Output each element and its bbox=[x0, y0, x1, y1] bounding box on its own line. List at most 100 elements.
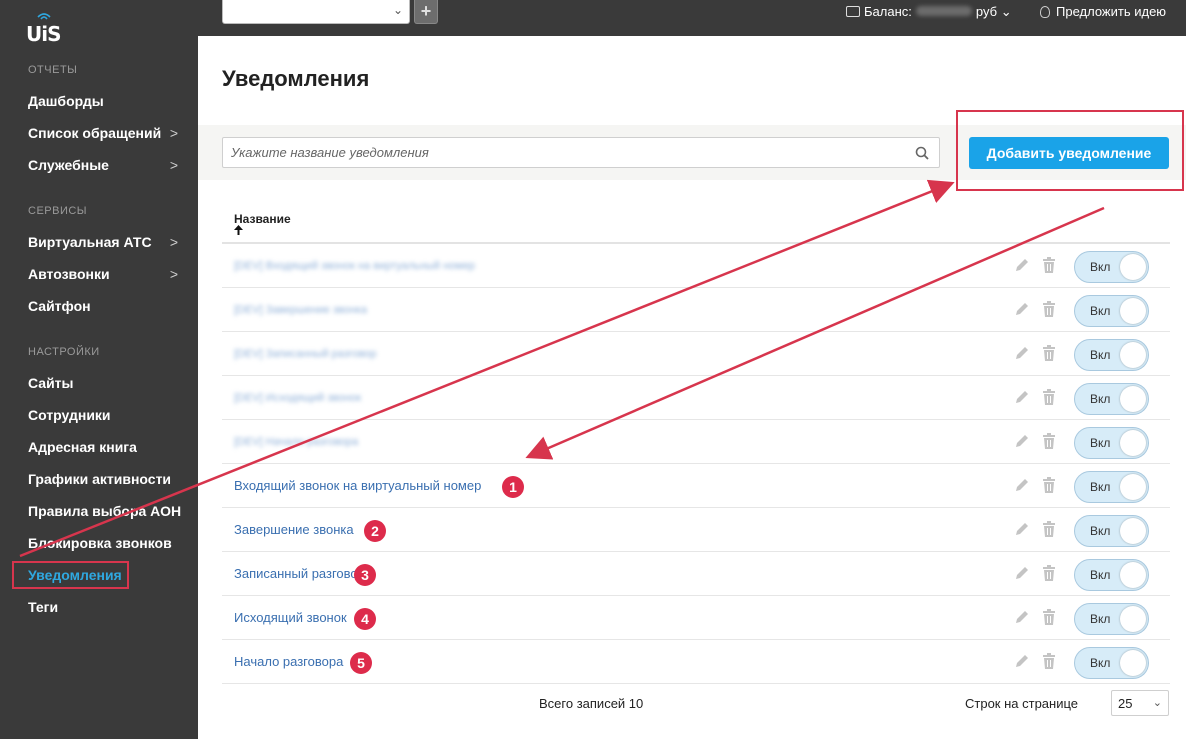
step-badge: 5 bbox=[350, 652, 372, 674]
toggle-label: Вкл bbox=[1090, 260, 1111, 274]
pencil-icon[interactable] bbox=[1014, 521, 1030, 537]
search-input[interactable] bbox=[222, 137, 940, 168]
trash-icon[interactable] bbox=[1042, 301, 1056, 317]
trash-icon[interactable] bbox=[1042, 389, 1056, 405]
trash-icon[interactable] bbox=[1042, 477, 1056, 493]
pencil-icon[interactable] bbox=[1014, 477, 1030, 493]
sidebar-item[interactable]: Дашборды bbox=[28, 90, 188, 112]
step-badge: 4 bbox=[354, 608, 376, 630]
sidebar-item-label: Служебные bbox=[28, 157, 109, 173]
enable-toggle[interactable]: Вкл bbox=[1074, 427, 1149, 459]
pencil-icon[interactable] bbox=[1014, 389, 1030, 405]
sidebar-item-label: Графики активности bbox=[28, 471, 172, 487]
toggle-label: Вкл bbox=[1090, 392, 1111, 406]
enable-toggle[interactable]: Вкл bbox=[1074, 515, 1149, 547]
balance[interactable]: Баланс: руб ⌄ bbox=[846, 4, 1012, 20]
pencil-icon[interactable] bbox=[1014, 565, 1030, 581]
sidebar-item[interactable]: Адресная книга bbox=[28, 436, 188, 458]
trash-icon[interactable] bbox=[1042, 609, 1056, 625]
search-icon[interactable] bbox=[915, 146, 929, 160]
sidebar-item[interactable]: Служебные > bbox=[28, 154, 188, 176]
step-badge: 2 bbox=[364, 520, 386, 542]
sidebar-item-label: Правила выбора АОН bbox=[28, 503, 182, 519]
balance-amount-hidden bbox=[915, 6, 972, 16]
suggest-idea-link[interactable]: Предложить идею bbox=[1040, 4, 1166, 19]
pencil-icon[interactable] bbox=[1014, 257, 1030, 273]
table-row: Входящий звонок на виртуальный номер 1 Вкл bbox=[222, 464, 1170, 508]
notification-name-link[interactable]: [DEV] Исходящий звонок bbox=[234, 392, 361, 404]
toggle-knob bbox=[1120, 650, 1146, 676]
sidebar-item[interactable]: Графики активности bbox=[28, 468, 188, 490]
sidebar-item[interactable]: Теги bbox=[28, 596, 188, 618]
table-row: [DEV] Завершение звонка Вкл bbox=[222, 288, 1170, 332]
pencil-icon[interactable] bbox=[1014, 345, 1030, 361]
toggle-label: Вкл bbox=[1090, 568, 1111, 582]
trash-icon[interactable] bbox=[1042, 257, 1056, 273]
trash-icon[interactable] bbox=[1042, 433, 1056, 449]
trash-icon[interactable] bbox=[1042, 653, 1056, 669]
pencil-icon[interactable] bbox=[1014, 653, 1030, 669]
sidebar-item[interactable]: Блокировка звонков bbox=[28, 532, 188, 554]
project-select[interactable]: ⌄ bbox=[222, 0, 410, 24]
sidebar-section-title: ОТЧЕТЫ bbox=[28, 64, 78, 76]
sidebar: UiS ОТЧЕТЫ Дашборды Список обращений > Служе… bbox=[0, 0, 198, 739]
chevron-down-icon: ⌄ bbox=[1000, 4, 1012, 19]
chevron-right-icon: > bbox=[169, 125, 178, 141]
enable-toggle[interactable]: Вкл bbox=[1074, 471, 1149, 503]
table-row: [DEV] Начало разговора Вкл bbox=[222, 420, 1170, 464]
sidebar-item-label: Сотрудники bbox=[28, 407, 111, 423]
notification-name-link[interactable]: [DEV] Завершение звонка bbox=[234, 304, 367, 316]
table-row: Записанный разговор 3 Вкл bbox=[222, 552, 1170, 596]
sidebar-item[interactable]: Сайты bbox=[28, 372, 188, 394]
wifi-icon bbox=[37, 13, 51, 20]
toggle-knob bbox=[1120, 474, 1146, 500]
enable-toggle[interactable]: Вкл bbox=[1074, 603, 1149, 635]
pencil-icon[interactable] bbox=[1014, 609, 1030, 625]
sort-arrow-up-icon[interactable] bbox=[234, 224, 243, 238]
notification-name-link[interactable]: Входящий звонок на виртуальный номер bbox=[234, 478, 481, 493]
enable-toggle[interactable]: Вкл bbox=[1074, 295, 1149, 327]
sidebar-item[interactable]: Сайтфон bbox=[28, 295, 188, 317]
table-row: [DEV] Исходящий звонок Вкл bbox=[222, 376, 1170, 420]
trash-icon[interactable] bbox=[1042, 565, 1056, 581]
enable-toggle[interactable]: Вкл bbox=[1074, 339, 1149, 371]
notification-name-link[interactable]: Записанный разговор bbox=[234, 566, 365, 581]
toggle-label: Вкл bbox=[1090, 612, 1111, 626]
lightbulb-icon bbox=[1040, 6, 1050, 18]
pencil-icon[interactable] bbox=[1014, 301, 1030, 317]
uis-logo[interactable]: UiS bbox=[26, 12, 62, 46]
notification-name-link[interactable]: [DEV] Входящий звонок на виртуальный ном… bbox=[234, 260, 475, 272]
notification-name-link[interactable]: Начало разговора bbox=[234, 654, 343, 669]
enable-toggle[interactable]: Вкл bbox=[1074, 647, 1149, 679]
enable-toggle[interactable]: Вкл bbox=[1074, 559, 1149, 591]
sidebar-item[interactable]: Виртуальная АТС > bbox=[28, 231, 188, 253]
notification-name-link[interactable]: Исходящий звонок bbox=[234, 610, 347, 625]
pencil-icon[interactable] bbox=[1014, 433, 1030, 449]
notification-name-link[interactable]: Завершение звонка bbox=[234, 522, 354, 537]
trash-icon[interactable] bbox=[1042, 521, 1056, 537]
step-badge: 1 bbox=[502, 476, 524, 498]
sidebar-item[interactable]: Автозвонки > bbox=[28, 263, 188, 285]
table-row: Начало разговора 5 Вкл bbox=[222, 640, 1170, 684]
enable-toggle[interactable]: Вкл bbox=[1074, 383, 1149, 415]
toggle-knob bbox=[1120, 518, 1146, 544]
toggle-label: Вкл bbox=[1090, 656, 1111, 670]
notification-name-link[interactable]: [DEV] Записанный разговор bbox=[234, 348, 377, 360]
add-project-button[interactable]: + bbox=[414, 0, 438, 24]
sidebar-item-label: Сайты bbox=[28, 375, 74, 391]
rows-per-page-value: 25 bbox=[1118, 696, 1133, 711]
toggle-knob bbox=[1120, 386, 1146, 412]
rows-per-page-select[interactable]: 25 ⌄ bbox=[1111, 690, 1169, 716]
chevron-right-icon: > bbox=[169, 157, 178, 173]
sidebar-item[interactable]: Сотрудники bbox=[28, 404, 188, 426]
sidebar-item[interactable]: Правила выбора АОН bbox=[28, 500, 188, 522]
toggle-knob bbox=[1120, 430, 1146, 456]
trash-icon[interactable] bbox=[1042, 345, 1056, 361]
toggle-knob bbox=[1120, 562, 1146, 588]
sidebar-item[interactable]: Список обращений > bbox=[28, 122, 188, 144]
enable-toggle[interactable]: Вкл bbox=[1074, 251, 1149, 283]
sidebar-item-label: Сайтфон bbox=[28, 298, 91, 314]
notification-name-link[interactable]: [DEV] Начало разговора bbox=[234, 436, 358, 448]
sidebar-section-title: СЕРВИСЫ bbox=[28, 205, 88, 217]
toggle-knob bbox=[1120, 606, 1146, 632]
